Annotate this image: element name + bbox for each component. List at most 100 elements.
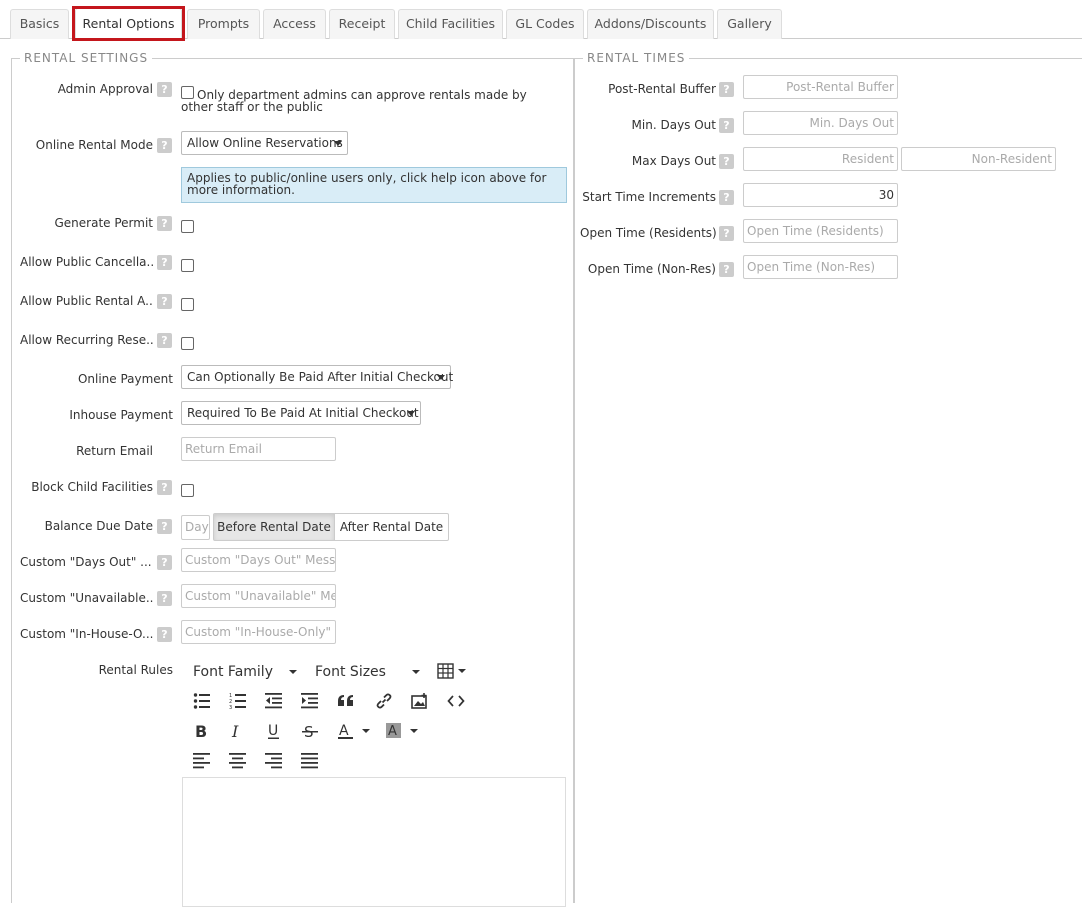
online-payment-label: Online Payment: [77, 372, 173, 386]
chevron-down-icon: [334, 141, 342, 146]
open-time-residents-help-icon[interactable]: ?: [719, 226, 734, 241]
min-days-out-help-icon[interactable]: ?: [719, 118, 734, 133]
max-days-out-help-icon[interactable]: ?: [719, 154, 734, 169]
tab-receipt[interactable]: Receipt: [329, 9, 395, 39]
return-email-input[interactable]: Return Email: [181, 437, 336, 461]
custom-days-out-label: Custom "Days Out" ...: [20, 555, 152, 569]
max-days-out-resident-input[interactable]: Resident: [743, 147, 898, 171]
bullet-list-icon[interactable]: [193, 692, 211, 710]
max-days-out-nonresident-input[interactable]: Non-Resident: [901, 147, 1056, 171]
tab-addons-discounts[interactable]: Addons/Discounts: [587, 9, 714, 39]
after-rental-date-button[interactable]: After Rental Date: [334, 513, 449, 541]
rental-rules-label: Rental Rules: [98, 663, 173, 677]
return-email-label: Return Email: [76, 444, 153, 458]
open-time-nonres-help-icon[interactable]: ?: [719, 262, 734, 277]
highlight-color-icon[interactable]: A: [385, 722, 421, 740]
align-left-icon[interactable]: [193, 752, 211, 770]
tab-gallery[interactable]: Gallery: [717, 9, 782, 39]
online-payment-select[interactable]: Can Optionally Be Paid After Initial Che…: [181, 365, 453, 389]
tab-gl-codes[interactable]: GL Codes: [506, 9, 584, 39]
svg-text:U: U: [268, 723, 278, 739]
block-child-facilities-label: Block Child Facilities: [31, 480, 153, 494]
tab-child-facilities[interactable]: Child Facilities: [398, 9, 503, 39]
allow-recurring-checkbox[interactable]: [181, 337, 194, 350]
chevron-down-icon: [437, 375, 445, 380]
rental-rules-editor[interactable]: [182, 777, 566, 907]
start-time-increments-help-icon[interactable]: ?: [719, 190, 734, 205]
custom-unavailable-input[interactable]: Custom "Unavailable" Mes: [181, 584, 336, 608]
chevron-down-icon: [407, 411, 415, 416]
generate-permit-label: Generate Permit: [54, 216, 153, 230]
admin-approval-checkbox-text: Only department admins can approve renta…: [181, 88, 527, 114]
code-view-icon[interactable]: [447, 692, 465, 710]
start-time-increments-input[interactable]: 30: [743, 183, 898, 207]
table-icon[interactable]: [437, 663, 467, 680]
custom-inhouse-input[interactable]: Custom "In-House-Only" N: [181, 620, 336, 644]
allow-public-rental-label: Allow Public Rental A...: [20, 294, 153, 308]
strikethrough-icon[interactable]: S: [301, 722, 319, 740]
bold-icon[interactable]: B: [193, 722, 211, 740]
tab-prompts[interactable]: Prompts: [187, 9, 260, 39]
custom-unavailable-label: Custom "Unavailable...: [20, 591, 153, 605]
post-rental-buffer-input[interactable]: Post-Rental Buffer: [743, 75, 898, 99]
indent-icon[interactable]: [301, 692, 319, 710]
tab-access[interactable]: Access: [263, 9, 326, 39]
open-time-nonres-label: Open Time (Non-Res): [587, 262, 716, 276]
min-days-out-label: Min. Days Out: [631, 118, 716, 132]
open-time-residents-input[interactable]: Open Time (Residents): [743, 219, 898, 243]
balance-due-day-input[interactable]: Day: [181, 515, 210, 540]
online-rental-mode-info: Applies to public/online users only, cli…: [181, 167, 567, 203]
allow-public-cancellation-checkbox[interactable]: [181, 259, 194, 272]
allow-public-cancellation-label: Allow Public Cancella...: [20, 255, 153, 269]
custom-days-out-help-icon[interactable]: ?: [157, 555, 172, 570]
open-time-nonres-input[interactable]: Open Time (Non-Res): [743, 255, 898, 279]
numbered-list-icon[interactable]: 1 2 3: [229, 692, 247, 710]
generate-permit-checkbox[interactable]: [181, 220, 194, 233]
svg-text:A: A: [388, 724, 397, 739]
outdent-icon[interactable]: [265, 692, 283, 710]
balance-due-date-help-icon[interactable]: ?: [157, 519, 172, 534]
underline-icon[interactable]: U: [265, 722, 283, 740]
align-center-icon[interactable]: [229, 752, 247, 770]
admin-approval-help-icon[interactable]: ?: [157, 82, 172, 97]
tab-basics[interactable]: Basics: [10, 9, 69, 39]
blockquote-icon[interactable]: [337, 692, 355, 710]
block-child-facilities-help-icon[interactable]: ?: [157, 480, 172, 495]
align-right-icon[interactable]: [265, 752, 283, 770]
online-rental-mode-help-icon[interactable]: ?: [157, 138, 172, 153]
svg-text:3: 3: [229, 705, 232, 710]
allow-public-cancellation-help-icon[interactable]: ?: [157, 255, 172, 270]
svg-text:A: A: [339, 723, 349, 739]
inhouse-payment-select[interactable]: Required To Be Paid At Initial Checkout: [181, 401, 421, 425]
tab-rental-options[interactable]: Rental Options: [75, 8, 182, 40]
online-rental-mode-value: Allow Online Reservations: [187, 136, 343, 150]
svg-text:B: B: [195, 722, 207, 740]
min-days-out-input[interactable]: Min. Days Out: [743, 111, 898, 135]
max-days-out-label: Max Days Out: [631, 154, 716, 168]
align-justify-icon[interactable]: [301, 752, 319, 770]
insert-image-icon[interactable]: [411, 692, 429, 710]
post-rental-buffer-label: Post-Rental Buffer: [608, 82, 716, 96]
text-color-icon[interactable]: A: [337, 722, 373, 740]
chevron-down-icon: [289, 670, 297, 674]
custom-inhouse-help-icon[interactable]: ?: [157, 627, 172, 642]
custom-unavailable-help-icon[interactable]: ?: [157, 591, 172, 606]
allow-recurring-help-icon[interactable]: ?: [157, 333, 172, 348]
italic-icon[interactable]: I: [229, 722, 247, 740]
online-rental-mode-select[interactable]: Allow Online Reservations: [181, 131, 348, 155]
font-sizes-dropdown[interactable]: Font Sizes: [315, 664, 386, 680]
online-rental-mode-label: Online Rental Mode: [35, 138, 153, 152]
block-child-facilities-checkbox[interactable]: [181, 484, 194, 497]
allow-public-rental-checkbox[interactable]: [181, 298, 194, 311]
font-family-dropdown[interactable]: Font Family: [193, 664, 273, 680]
post-rental-buffer-help-icon[interactable]: ?: [719, 82, 734, 97]
generate-permit-help-icon[interactable]: ?: [157, 216, 172, 231]
custom-days-out-input[interactable]: Custom "Days Out" Messa: [181, 548, 336, 572]
inhouse-payment-label: Inhouse Payment: [69, 408, 173, 422]
before-rental-date-button[interactable]: Before Rental Date: [213, 513, 335, 541]
allow-public-rental-help-icon[interactable]: ?: [157, 294, 172, 309]
link-icon[interactable]: [375, 692, 393, 710]
start-time-increments-label: Start Time Increments: [582, 190, 716, 204]
font-sizes-label: Font Sizes: [315, 664, 386, 680]
rental-times-legend: RENTAL TIMES: [583, 51, 690, 65]
